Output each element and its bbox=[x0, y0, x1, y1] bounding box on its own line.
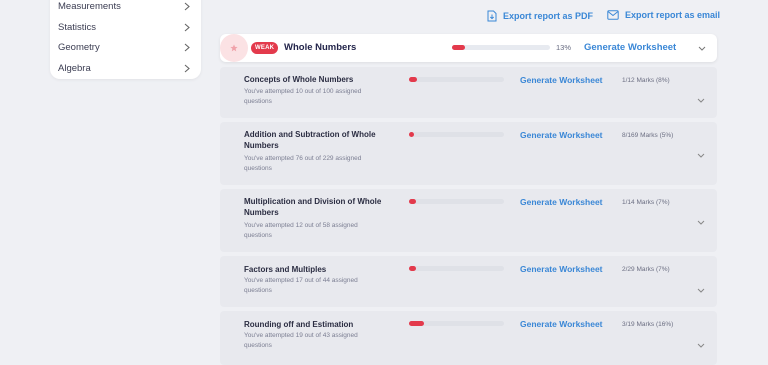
sidebar-item-geometry[interactable]: Geometry bbox=[50, 37, 201, 57]
chevron-down-icon[interactable] bbox=[696, 285, 706, 295]
sidebar-item-label: Measurements bbox=[58, 0, 121, 12]
chevron-down-icon[interactable] bbox=[696, 340, 706, 350]
sidebar-item-label: Algebra bbox=[58, 62, 91, 74]
topic-progress-fill bbox=[452, 45, 465, 50]
chevron-down-icon[interactable] bbox=[696, 217, 706, 227]
sidebar-item-label: Geometry bbox=[58, 41, 100, 53]
export-pdf-link[interactable]: Export report as PDF bbox=[487, 10, 593, 22]
chevron-down-icon[interactable] bbox=[696, 95, 706, 105]
subtopic-attempts: You've attempted 10 out of 100 assigned … bbox=[244, 88, 362, 105]
subtopic-row[interactable]: Rounding off and Estimation You've attem… bbox=[220, 311, 717, 365]
chevron-down-icon[interactable] bbox=[697, 43, 707, 53]
export-email-label: Export report as email bbox=[625, 10, 721, 20]
subtopic-attempts: You've attempted 19 out of 43 assigned q… bbox=[244, 332, 358, 349]
generate-worksheet-button[interactable]: Generate Worksheet bbox=[520, 264, 603, 274]
chevron-right-icon bbox=[182, 64, 191, 73]
subtopic-title: Factors and Multiples bbox=[244, 265, 327, 274]
subtopic-title: Concepts of Whole Numbers bbox=[244, 75, 354, 84]
generate-worksheet-button[interactable]: Generate Worksheet bbox=[584, 42, 676, 53]
subtopic-attempts: You've attempted 76 out of 229 assigned … bbox=[244, 155, 362, 172]
subtopic-progress-fill bbox=[409, 266, 416, 271]
subtopic-progress-fill bbox=[409, 77, 417, 82]
chevron-right-icon bbox=[182, 23, 191, 32]
subtopic-row[interactable]: Multiplication and Division of Whole Num… bbox=[220, 189, 717, 252]
subtopic-marks: 1/14 Marks (7%) bbox=[622, 199, 670, 206]
mail-icon bbox=[607, 10, 619, 20]
sidebar-item-statistics[interactable]: Statistics bbox=[50, 17, 201, 37]
subtopic-progress-fill bbox=[409, 321, 425, 326]
topic-title: Whole Numbers bbox=[284, 42, 357, 53]
export-email-link[interactable]: Export report as email bbox=[607, 10, 720, 20]
subtopic-marks: 8/169 Marks (5%) bbox=[622, 132, 674, 139]
subtopic-title: Rounding off and Estimation bbox=[244, 320, 354, 329]
subtopic-marks: 1/12 Marks (8%) bbox=[622, 77, 670, 84]
generate-worksheet-button[interactable]: Generate Worksheet bbox=[520, 130, 603, 140]
subtopic-progress-bar bbox=[409, 77, 504, 82]
download-file-icon bbox=[487, 10, 497, 22]
subtopic-progress-bar bbox=[409, 321, 504, 326]
sidebar-item-label: Statistics bbox=[58, 21, 97, 33]
generate-worksheet-button[interactable]: Generate Worksheet bbox=[520, 75, 603, 85]
topic-row-whole-numbers[interactable]: WEAK Whole Numbers 13% Generate Workshee… bbox=[220, 34, 717, 62]
subtopic-title: Multiplication and Division of Whole Num… bbox=[244, 197, 382, 217]
topic-progress-bar bbox=[452, 45, 550, 50]
generate-worksheet-button[interactable]: Generate Worksheet bbox=[520, 197, 603, 207]
star-icon bbox=[230, 39, 238, 57]
topic-sidebar: Measurements Statistics Geometry Algebra bbox=[50, 0, 201, 79]
subtopic-progress-bar bbox=[409, 266, 504, 271]
generate-worksheet-button[interactable]: Generate Worksheet bbox=[520, 319, 603, 329]
subtopic-row[interactable]: Addition and Subtraction of Whole Number… bbox=[220, 122, 717, 185]
chevron-right-icon bbox=[182, 2, 191, 11]
sidebar-item-measurements[interactable]: Measurements bbox=[50, 0, 201, 16]
chevron-right-icon bbox=[182, 43, 191, 52]
subtopic-marks: 2/29 Marks (7%) bbox=[622, 266, 670, 273]
topic-progress-percent: 13% bbox=[556, 43, 572, 52]
subtopic-progress-fill bbox=[409, 132, 414, 137]
subtopic-attempts: You've attempted 17 out of 44 assigned q… bbox=[244, 277, 358, 294]
favorite-star-button[interactable] bbox=[220, 34, 248, 62]
subtopic-attempts: You've attempted 12 out of 58 assigned q… bbox=[244, 222, 358, 239]
export-pdf-label: Export report as PDF bbox=[503, 11, 594, 21]
weak-status-badge: WEAK bbox=[251, 42, 279, 54]
subtopic-row[interactable]: Concepts of Whole Numbers You've attempt… bbox=[220, 67, 717, 118]
chevron-down-icon[interactable] bbox=[696, 150, 706, 160]
subtopic-row[interactable]: Factors and Multiples You've attempted 1… bbox=[220, 256, 717, 307]
subtopic-marks: 3/19 Marks (16%) bbox=[622, 321, 674, 328]
subtopic-progress-bar bbox=[409, 132, 504, 137]
sidebar-item-algebra[interactable]: Algebra bbox=[50, 58, 201, 78]
subtopic-progress-bar bbox=[409, 199, 504, 204]
subtopic-progress-fill bbox=[409, 199, 416, 204]
subtopic-title: Addition and Subtraction of Whole Number… bbox=[244, 130, 376, 150]
